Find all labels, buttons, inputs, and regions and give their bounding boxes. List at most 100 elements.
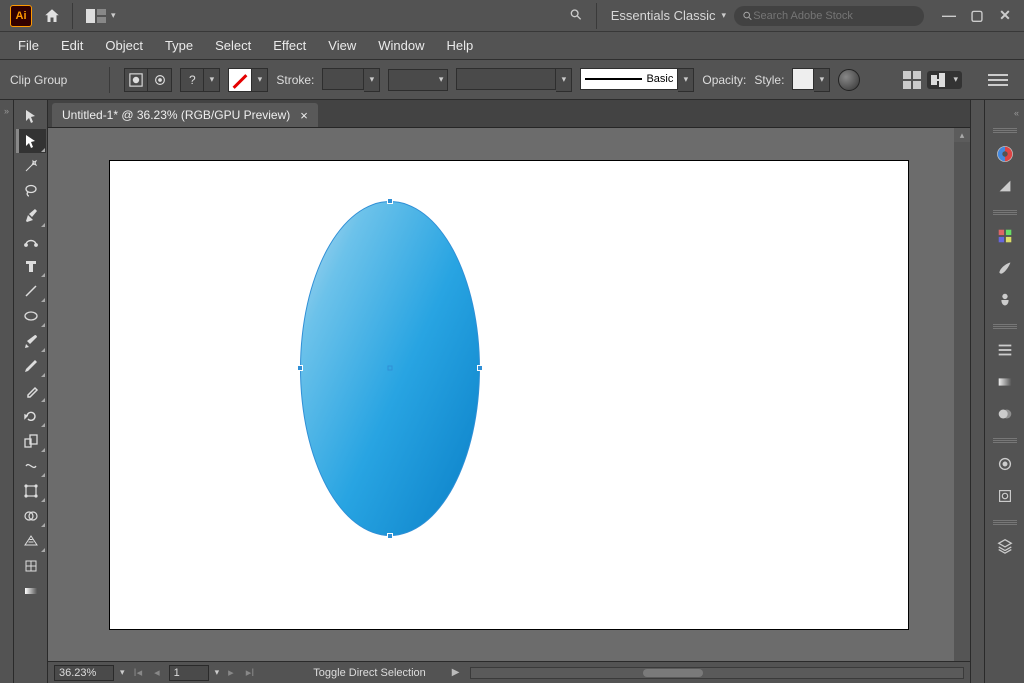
expand-panels-icon[interactable]: « bbox=[1014, 108, 1024, 118]
anchor-point-top[interactable] bbox=[387, 198, 393, 204]
panel-group-handle[interactable] bbox=[993, 128, 1017, 134]
graphic-style-swatch[interactable] bbox=[792, 68, 814, 90]
prev-artboard-button[interactable]: ◂ bbox=[151, 666, 163, 679]
appearance-panel-icon[interactable] bbox=[989, 450, 1021, 478]
close-tab-icon[interactable]: × bbox=[300, 108, 308, 123]
search-icon[interactable] bbox=[562, 2, 590, 30]
brush-definition[interactable] bbox=[456, 68, 556, 90]
stroke-panel-icon[interactable] bbox=[989, 336, 1021, 364]
color-guide-panel-icon[interactable] bbox=[989, 172, 1021, 200]
line-segment-tool[interactable] bbox=[16, 279, 46, 303]
magic-wand-tool[interactable] bbox=[16, 154, 46, 178]
type-tool[interactable] bbox=[16, 254, 46, 278]
perspective-grid-tool[interactable] bbox=[16, 529, 46, 553]
brush-basic-dropdown[interactable]: ▾ bbox=[678, 68, 694, 92]
brush-definition-dropdown[interactable]: ▾ bbox=[556, 68, 572, 92]
menu-view[interactable]: View bbox=[318, 34, 366, 57]
graphic-styles-panel-icon[interactable] bbox=[989, 482, 1021, 510]
gradient-tool[interactable] bbox=[16, 579, 46, 603]
panel-group-handle[interactable] bbox=[993, 438, 1017, 444]
menu-file[interactable]: File bbox=[8, 34, 49, 57]
artboard-index-field[interactable]: 1 bbox=[169, 665, 209, 681]
window-minimize-button[interactable]: — bbox=[940, 7, 958, 24]
menu-select[interactable]: Select bbox=[205, 34, 261, 57]
ellipse-tool[interactable] bbox=[16, 304, 46, 328]
gradient-panel-icon[interactable] bbox=[989, 368, 1021, 396]
lasso-tool[interactable] bbox=[16, 179, 46, 203]
scroll-up-icon[interactable]: ▴ bbox=[954, 128, 970, 142]
anchor-point-bottom[interactable] bbox=[387, 533, 393, 539]
width-tool[interactable] bbox=[16, 454, 46, 478]
menu-edit[interactable]: Edit bbox=[51, 34, 93, 57]
variable-width-profile[interactable]: ▾ bbox=[388, 69, 448, 91]
stroke-weight-dropdown[interactable]: ▾ bbox=[364, 68, 380, 92]
opacity-label[interactable]: Opacity: bbox=[702, 73, 746, 87]
swatches-panel-icon[interactable] bbox=[989, 222, 1021, 250]
workspace-switcher[interactable]: Essentials Classic ▾ bbox=[603, 8, 734, 23]
mesh-tool[interactable] bbox=[16, 554, 46, 578]
center-point[interactable] bbox=[388, 365, 393, 370]
window-maximize-button[interactable]: ▢ bbox=[968, 7, 986, 24]
brush-basic[interactable]: Basic bbox=[580, 68, 678, 90]
pencil-tool[interactable] bbox=[16, 354, 46, 378]
curvature-tool[interactable] bbox=[16, 229, 46, 253]
brushes-panel-icon[interactable] bbox=[989, 254, 1021, 282]
color-panel-icon[interactable] bbox=[989, 140, 1021, 168]
pen-tool[interactable] bbox=[16, 204, 46, 228]
eraser-tool[interactable] bbox=[16, 379, 46, 403]
paintbrush-tool[interactable] bbox=[16, 329, 46, 353]
transparency-panel-icon[interactable] bbox=[989, 400, 1021, 428]
panel-group-handle[interactable] bbox=[993, 324, 1017, 330]
selection-tool[interactable] bbox=[16, 104, 46, 128]
menu-help[interactable]: Help bbox=[436, 34, 483, 57]
menu-type[interactable]: Type bbox=[155, 34, 203, 57]
arrange-documents-dropdown[interactable]: ▾ bbox=[79, 2, 122, 30]
right-collapse-strip[interactable] bbox=[970, 100, 984, 683]
isolate-mask-button[interactable]: ? bbox=[180, 68, 204, 92]
scale-tool[interactable] bbox=[16, 429, 46, 453]
vertical-scrollbar[interactable]: ▴ bbox=[954, 128, 970, 661]
mask-options-dropdown[interactable]: ▾ bbox=[204, 68, 220, 92]
home-icon[interactable] bbox=[38, 2, 66, 30]
menu-effect[interactable]: Effect bbox=[263, 34, 316, 57]
artboard-dropdown[interactable]: ▾ bbox=[215, 667, 220, 678]
last-artboard-button[interactable]: ▸I bbox=[243, 666, 258, 679]
fill-dropdown[interactable]: ▾ bbox=[252, 68, 268, 92]
anchor-point-right[interactable] bbox=[477, 365, 483, 371]
align-to-selection-button[interactable]: ▾ bbox=[927, 71, 962, 89]
adobe-stock-search[interactable] bbox=[734, 6, 924, 26]
fill-swatch-none[interactable] bbox=[228, 68, 252, 92]
free-transform-tool[interactable] bbox=[16, 479, 46, 503]
shape-builder-tool[interactable] bbox=[16, 504, 46, 528]
menu-window[interactable]: Window bbox=[368, 34, 434, 57]
symbols-panel-icon[interactable] bbox=[989, 286, 1021, 314]
recolor-artwork-icon[interactable] bbox=[838, 69, 860, 91]
anchor-point-left[interactable] bbox=[297, 365, 303, 371]
canvas[interactable]: ▴ bbox=[48, 128, 970, 661]
edit-contents-button[interactable] bbox=[124, 68, 148, 92]
zoom-level-field[interactable]: 36.23% bbox=[54, 665, 114, 681]
artboard[interactable] bbox=[109, 160, 909, 630]
scrollbar-thumb[interactable] bbox=[643, 669, 703, 677]
adobe-stock-search-input[interactable] bbox=[753, 10, 916, 22]
panel-group-handle[interactable] bbox=[993, 520, 1017, 526]
status-more-icon[interactable]: ▶ bbox=[452, 667, 460, 678]
zoom-dropdown[interactable]: ▾ bbox=[120, 667, 125, 678]
document-tab[interactable]: Untitled-1* @ 36.23% (RGB/GPU Preview) × bbox=[52, 103, 318, 127]
menu-object[interactable]: Object bbox=[95, 34, 153, 57]
panel-thumbnails-icon[interactable] bbox=[903, 71, 921, 89]
first-artboard-button[interactable]: I◂ bbox=[131, 666, 146, 679]
edit-clipping-path-button[interactable] bbox=[148, 68, 172, 92]
graphic-style-dropdown[interactable]: ▾ bbox=[814, 68, 830, 92]
panel-menu-icon[interactable] bbox=[988, 74, 1008, 86]
next-artboard-button[interactable]: ▸ bbox=[225, 666, 237, 679]
left-collapse-strip[interactable]: » bbox=[0, 100, 14, 683]
rotate-tool[interactable] bbox=[16, 404, 46, 428]
panel-group-handle[interactable] bbox=[993, 210, 1017, 216]
layers-panel-icon[interactable] bbox=[989, 532, 1021, 560]
horizontal-scrollbar[interactable] bbox=[470, 667, 965, 679]
stroke-weight-field[interactable] bbox=[322, 68, 364, 90]
direct-selection-tool[interactable] bbox=[16, 129, 46, 153]
control-bar: Clip Group ? ▾ ▾ Stroke: ▾ ▾ bbox=[0, 60, 1024, 100]
window-close-button[interactable]: ✕ bbox=[996, 7, 1014, 24]
